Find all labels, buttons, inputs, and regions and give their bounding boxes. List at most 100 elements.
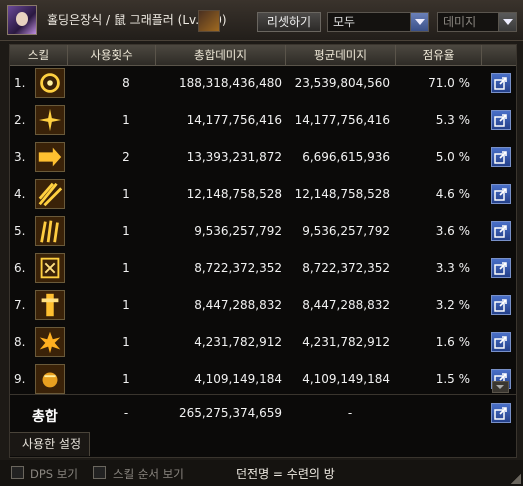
- table-row: 2. 1 14,177,756,416 14,177,756,416 5.3 %: [10, 102, 480, 139]
- share-icon: [494, 336, 507, 349]
- row-share: 3.3 %: [435, 261, 470, 275]
- row-rank: 1.: [14, 76, 26, 90]
- row-average-damage: 12,148,758,528: [294, 187, 390, 201]
- share-icon: [494, 225, 507, 238]
- row-total-damage: 13,393,231,872: [186, 150, 282, 164]
- row-total-damage: 4,231,782,912: [194, 335, 282, 349]
- target-filter-select[interactable]: 모두: [327, 12, 429, 32]
- skill-order-label: 스킬 순서 보기: [113, 467, 184, 481]
- row-average-damage: 4,109,149,184: [302, 372, 390, 386]
- table-header: 스킬 사용횟수 총합데미지 평균데미지 점유율: [10, 45, 516, 66]
- row-share: 5.0 %: [435, 150, 470, 164]
- header-blank: [482, 45, 516, 65]
- reset-button[interactable]: 리셋하기: [257, 12, 321, 32]
- header-share: 점유율: [396, 45, 482, 65]
- share-button[interactable]: [491, 184, 511, 204]
- row-total-damage: 188,318,436,480: [178, 76, 282, 90]
- row-average-damage: 8,447,288,832: [302, 298, 390, 312]
- row-count: 1: [122, 224, 130, 238]
- share-icon: [494, 407, 507, 420]
- row-count: 1: [122, 187, 130, 201]
- row-rank: 9.: [14, 372, 26, 386]
- share-button[interactable]: [491, 73, 511, 93]
- table-row: 3. 2 13,393,231,872 6,696,615,936 5.0 %: [10, 139, 480, 176]
- skill-damage-table: 스킬 사용횟수 총합데미지 평균데미지 점유율 1. 8 188,318,436,4…: [9, 44, 517, 458]
- row-share: 71.0 %: [428, 76, 470, 90]
- fist-skill-icon: [35, 364, 65, 394]
- row-count: 1: [122, 113, 130, 127]
- row-share: 3.6 %: [435, 224, 470, 238]
- total-row: 총합 - 265,275,374,659 -: [10, 394, 516, 433]
- share-icon: [494, 188, 507, 201]
- dps-view-label: DPS 보기: [30, 467, 78, 481]
- row-count: 1: [122, 335, 130, 349]
- row-rank: 3.: [14, 150, 26, 164]
- row-average-damage: 9,536,257,792: [302, 224, 390, 238]
- row-rank: 6.: [14, 261, 26, 275]
- row-rank: 2.: [14, 113, 26, 127]
- dungeon-name: 던전명 = 수련의 방: [236, 467, 335, 481]
- table-row: 1. 8 188,318,436,480 23,539,804,560 71.0 %: [10, 65, 480, 102]
- row-total-damage: 8,722,372,352: [194, 261, 282, 275]
- share-icon: [494, 262, 507, 275]
- row-share: 1.5 %: [435, 372, 470, 386]
- skill-order-checkbox[interactable]: [93, 466, 106, 479]
- row-average-damage: 23,539,804,560: [294, 76, 390, 90]
- resize-handle[interactable]: [511, 474, 521, 484]
- share-button[interactable]: [491, 403, 511, 423]
- row-total-damage: 12,148,758,528: [186, 187, 282, 201]
- row-count: 1: [122, 372, 130, 386]
- row-rank: 8.: [14, 335, 26, 349]
- slash-skill-icon: [35, 179, 65, 209]
- scroll-down-button[interactable]: [492, 381, 509, 393]
- character-avatar: [7, 5, 37, 35]
- table-row: 6. 1 8,722,372,352 8,722,372,352 3.3 %: [10, 250, 480, 287]
- total-label: 총합: [32, 409, 58, 425]
- share-button[interactable]: [491, 258, 511, 278]
- share-icon: [494, 77, 507, 90]
- share-button[interactable]: [491, 147, 511, 167]
- dps-view-checkbox[interactable]: [11, 466, 24, 479]
- window-header: 홀딩은장식 / 鼠 그래플러 (Lv.110) 리셋하기 모두 데미지: [0, 0, 523, 41]
- target-filter-value: 모두: [333, 15, 356, 29]
- star-burst-skill-icon: [35, 105, 65, 135]
- chevron-down-icon[interactable]: [410, 13, 428, 31]
- arrow-dash-skill-icon: [35, 142, 65, 172]
- share-button[interactable]: [491, 221, 511, 241]
- header-count: 사용횟수: [68, 45, 156, 65]
- table-row: 7. 1 8,447,288,832 8,447,288,832 3.2 %: [10, 287, 480, 324]
- chevron-down-icon[interactable]: [498, 13, 516, 31]
- row-share: 5.3 %: [435, 113, 470, 127]
- row-rank: 5.: [14, 224, 26, 238]
- row-total-damage: 4,109,149,184: [194, 372, 282, 386]
- total-damage: 265,275,374,659: [178, 406, 282, 420]
- share-button[interactable]: [491, 110, 511, 130]
- row-count: 1: [122, 261, 130, 275]
- rune-skill-icon: [35, 253, 65, 283]
- header-total-damage: 총합데미지: [156, 45, 286, 65]
- row-total-damage: 14,177,756,416: [186, 113, 282, 127]
- table-row: 4. 1 12,148,758,528 12,148,758,528 4.6 %: [10, 176, 480, 213]
- spiral-skill-icon: [35, 68, 65, 98]
- share-icon: [494, 151, 507, 164]
- row-count: 2: [122, 150, 130, 164]
- total-average: -: [347, 406, 353, 420]
- claw-skill-icon: [35, 216, 65, 246]
- row-share: 3.2 %: [435, 298, 470, 312]
- header-average-damage: 평균데미지: [286, 45, 396, 65]
- sort-filter-select[interactable]: 데미지: [437, 12, 517, 32]
- row-average-damage: 14,177,756,416: [294, 113, 390, 127]
- row-count: 8: [122, 76, 130, 90]
- used-settings-tab[interactable]: 사용한 설정: [10, 432, 90, 456]
- bottom-bar: DPS 보기 스킬 순서 보기 던전명 = 수련의 방: [0, 460, 523, 486]
- share-button[interactable]: [491, 332, 511, 352]
- row-average-damage: 4,231,782,912: [302, 335, 390, 349]
- row-share: 4.6 %: [435, 187, 470, 201]
- class-emblem-icon: [198, 10, 220, 32]
- pillar-skill-icon: [35, 290, 65, 320]
- row-average-damage: 6,696,615,936: [302, 150, 390, 164]
- share-button[interactable]: [491, 295, 511, 315]
- table-row: 8. 1 4,231,782,912 4,231,782,912 1.6 %: [10, 324, 480, 361]
- share-icon: [494, 114, 507, 127]
- row-rank: 7.: [14, 298, 26, 312]
